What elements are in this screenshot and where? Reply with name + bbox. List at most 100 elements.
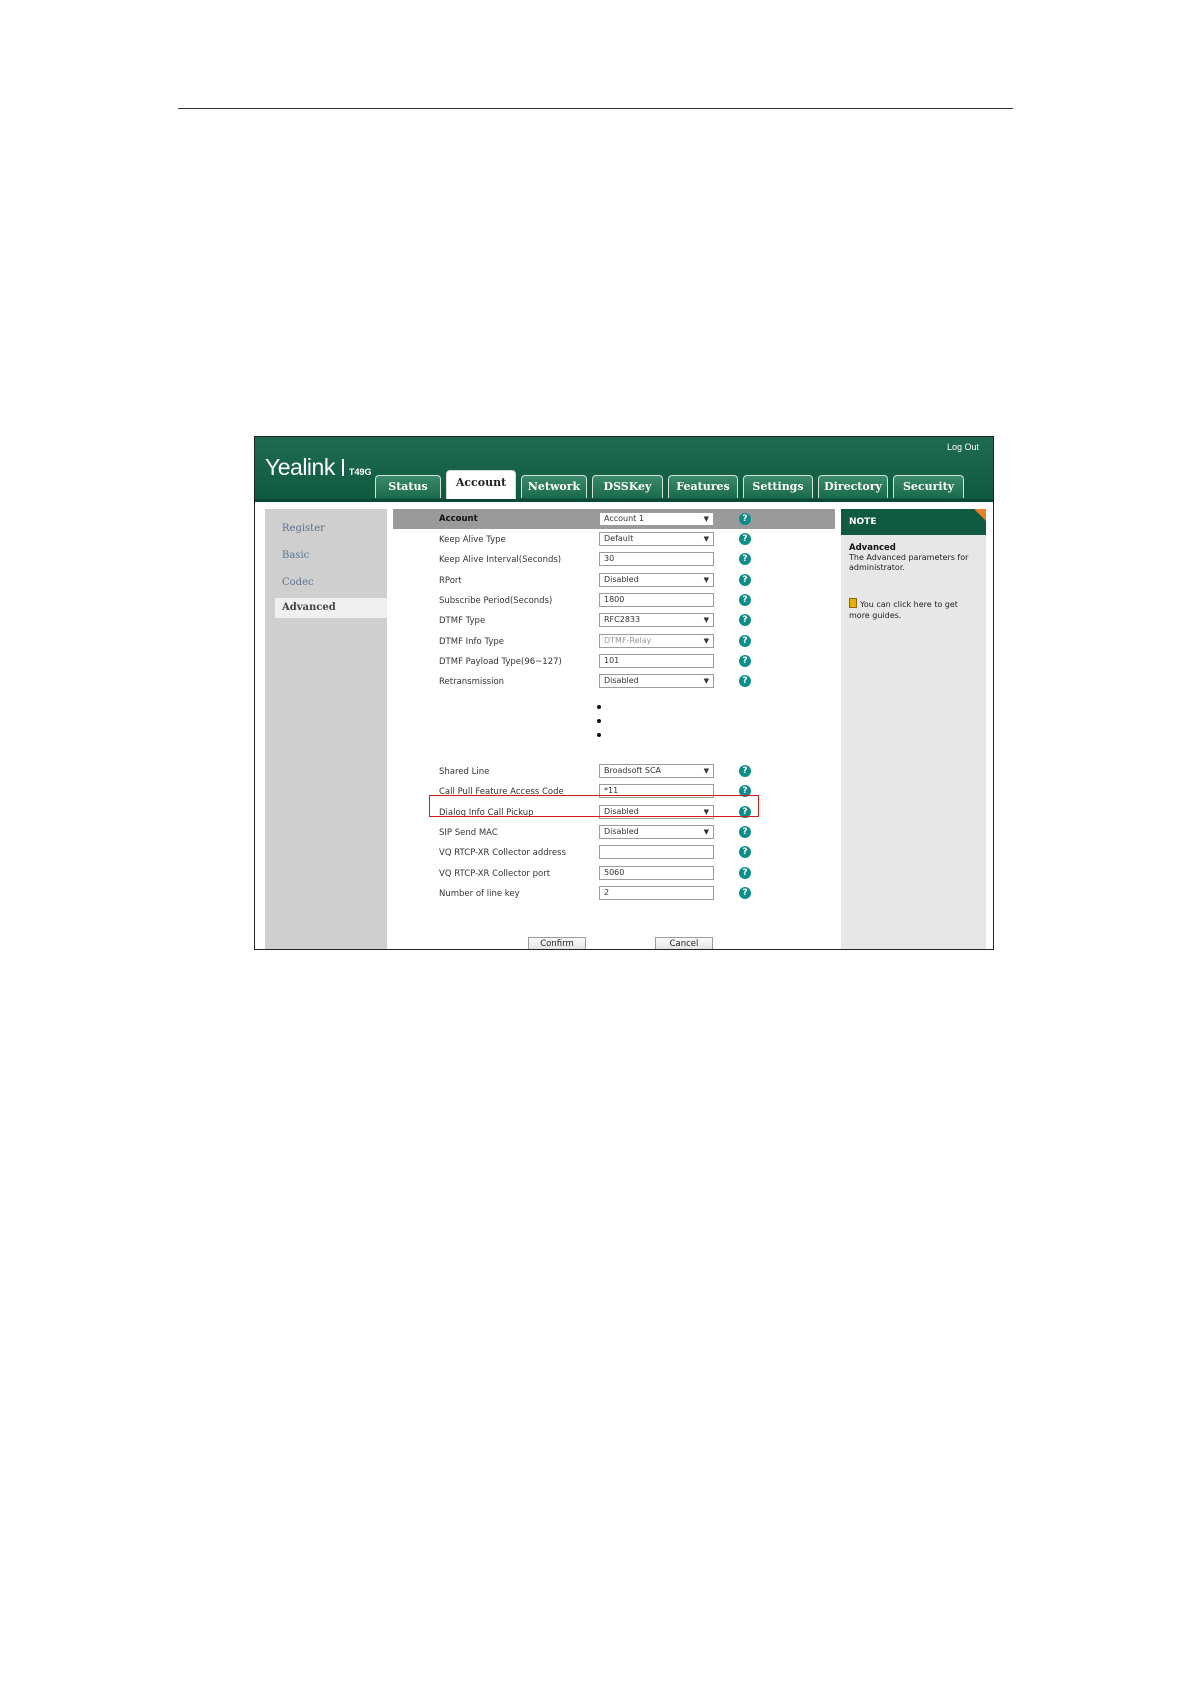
help-icon[interactable]: ? (739, 513, 751, 525)
note-guide-link[interactable]: You can click here to get more guides. (849, 598, 979, 621)
dtmf-payload-type-96-127-label: DTMF Payload Type(96~127) (439, 656, 562, 667)
account-header-row: Account Account 1 ▼ ? (393, 509, 835, 529)
chevron-down-icon: ▼ (703, 767, 709, 775)
tab-features[interactable]: Features (668, 475, 738, 498)
tab-dsskey[interactable]: DSSKey (592, 475, 663, 498)
sidebar-item-codec[interactable]: Codec (282, 577, 314, 588)
dtmf-info-type-select[interactable]: DTMF-Relay ▼ (599, 633, 714, 648)
book-icon (849, 598, 857, 608)
account-select[interactable]: Account 1 ▼ (599, 512, 714, 526)
model-label: T49G (349, 467, 372, 477)
ellipsis-dot (597, 719, 601, 723)
shared-line-select[interactable]: Broadsoft SCA ▼ (599, 764, 714, 778)
help-icon[interactable]: ? (739, 825, 751, 838)
chevron-down-icon: ▼ (703, 677, 709, 686)
sidebar: Register Basic Codec Advanced (265, 509, 387, 949)
sidebar-item-register[interactable]: Register (282, 523, 325, 534)
rport-label: RPort (439, 575, 462, 586)
chevron-down-icon: ▼ (703, 535, 709, 543)
sip-send-mac-label: SIP Send MAC (439, 827, 498, 838)
chevron-down-icon: ▼ (703, 515, 709, 523)
rport-select[interactable]: Disabled ▼ (599, 572, 714, 587)
note-guide-text: You can click here to get more guides. (849, 600, 958, 620)
call-pull-feature-access-code-value: *11 (604, 786, 619, 796)
sidebar-item-basic[interactable]: Basic (282, 550, 309, 561)
dtmf-payload-type-96-127-input[interactable]: 101 (599, 653, 714, 668)
header-underline (255, 499, 993, 502)
dtmf-type-value: RFC2833 (604, 615, 641, 625)
yealink-logo: Yealink (265, 454, 335, 480)
note-corner-tab (974, 509, 986, 521)
sip-send-mac-value: Disabled (604, 826, 639, 836)
note-header: NOTE (841, 509, 986, 535)
note-body: The Advanced parameters for administrato… (849, 553, 969, 572)
help-icon[interactable]: ? (739, 675, 751, 688)
dtmf-info-type-value: DTMF-Relay (604, 635, 652, 645)
keep-alive-interval-seconds-label: Keep Alive Interval(Seconds) (439, 555, 562, 566)
subscribe-period-seconds-label: Subscribe Period(Seconds) (439, 595, 553, 606)
sidebar-item-advanced[interactable]: Advanced (275, 598, 387, 618)
yealink-web-ui: Yealink T49G Log Out Status Account Netw… (254, 436, 994, 950)
vq-rtcp-xr-collector-address-label: VQ RTCP-XR Collector address (439, 848, 567, 859)
tab-directory[interactable]: Directory (818, 475, 888, 498)
help-icon[interactable]: ? (739, 634, 751, 647)
chevron-down-icon: ▼ (703, 575, 709, 584)
keep-alive-type-value: Default (604, 534, 634, 543)
help-icon[interactable]: ? (739, 533, 751, 545)
retransmission-label: Retransmission (439, 677, 505, 688)
help-icon[interactable]: ? (739, 553, 751, 566)
tab-status[interactable]: Status (375, 475, 441, 498)
account-select-value: Account 1 (604, 514, 644, 523)
dtmf-type-select[interactable]: RFC2833 ▼ (599, 613, 714, 628)
vq-rtcp-xr-collector-address-input[interactable] (599, 845, 714, 860)
vq-rtcp-xr-collector-port-value: 5060 (604, 867, 625, 877)
tab-account[interactable]: Account (446, 470, 516, 501)
shared-line-value: Broadsoft SCA (604, 766, 662, 775)
vq-rtcp-xr-collector-port-input[interactable]: 5060 (599, 865, 714, 880)
ellipsis-dot (597, 705, 601, 709)
help-icon[interactable]: ? (739, 846, 751, 859)
cancel-button[interactable]: Cancel (655, 937, 713, 949)
confirm-button[interactable]: Confirm (528, 937, 586, 949)
ellipsis-dot (597, 733, 601, 737)
dtmf-info-type-label: DTMF Info Type (439, 636, 504, 647)
subscribe-period-seconds-input[interactable]: 1800 (599, 592, 714, 607)
keep-alive-interval-seconds-input[interactable]: 30 (599, 552, 714, 567)
highlight-box (429, 795, 759, 817)
logout-link[interactable]: Log Out (947, 442, 979, 452)
help-icon[interactable]: ? (739, 866, 751, 879)
help-icon[interactable]: ? (739, 573, 751, 586)
number-of-line-key-input[interactable]: 2 (599, 885, 714, 900)
vq-rtcp-xr-collector-port-label: VQ RTCP-XR Collector port (439, 868, 551, 879)
help-icon[interactable]: ? (739, 654, 751, 667)
chevron-down-icon: ▼ (703, 616, 709, 625)
advanced-form: Account Account 1 ▼ ? Keep Alive Type Def… (393, 509, 835, 949)
shared-line-label: Shared Line (439, 767, 490, 777)
tab-security[interactable]: Security (893, 475, 964, 498)
help-icon[interactable]: ? (739, 614, 751, 627)
help-icon[interactable]: ? (739, 886, 751, 899)
page-top-rule (178, 108, 1013, 109)
keep-alive-type-label: Keep Alive Type (439, 535, 506, 545)
number-of-line-key-value: 2 (604, 887, 610, 897)
dtmf-type-label: DTMF Type (439, 616, 486, 627)
note-panel: NOTE Advanced The Advanced parameters fo… (841, 509, 986, 949)
chevron-down-icon: ▼ (703, 827, 709, 836)
tab-settings[interactable]: Settings (743, 475, 813, 498)
note-title: Advanced (849, 543, 896, 553)
number-of-line-key-label: Number of line key (439, 888, 520, 899)
keep-alive-type-select[interactable]: Default ▼ (599, 532, 714, 546)
sip-send-mac-select[interactable]: Disabled ▼ (599, 824, 714, 839)
retransmission-value: Disabled (604, 676, 639, 686)
keep-alive-interval-seconds-value: 30 (604, 554, 615, 564)
rport-value: Disabled (604, 574, 639, 584)
header-bar: Yealink T49G Log Out Status Account Netw… (255, 437, 993, 501)
subscribe-period-seconds-value: 1800 (604, 594, 625, 604)
help-icon[interactable]: ? (739, 765, 751, 777)
retransmission-select[interactable]: Disabled ▼ (599, 674, 714, 689)
tab-network[interactable]: Network (521, 475, 587, 498)
chevron-down-icon: ▼ (703, 636, 709, 645)
dtmf-payload-type-96-127-value: 101 (604, 655, 620, 665)
help-icon[interactable]: ? (739, 593, 751, 606)
account-label: Account (439, 514, 478, 524)
